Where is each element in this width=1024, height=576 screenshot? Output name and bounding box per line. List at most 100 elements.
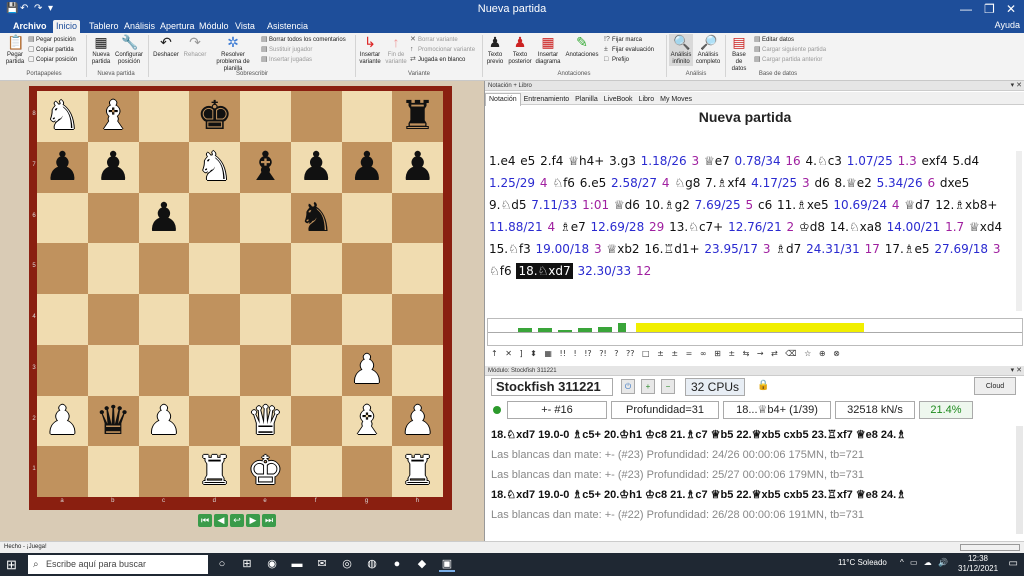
close-icon[interactable]: ▾ ✕ (1011, 81, 1022, 91)
next-move-button[interactable]: ▶ (246, 514, 260, 527)
insert-variation-button[interactable]: ↳ Insertar variante (358, 34, 382, 66)
move[interactable]: ♕xb2 (606, 242, 644, 256)
move[interactable]: 4.♘c3 (806, 154, 847, 168)
move[interactable]: 11.♗xe5 (777, 198, 833, 212)
square-d4[interactable] (189, 294, 240, 345)
set-mark-button[interactable]: !? Fijar marca (604, 36, 642, 44)
square-c6[interactable]: ♟ (138, 192, 190, 244)
delete-variation-button[interactable]: ✕ Borrar variante (410, 36, 458, 44)
square-g6[interactable] (341, 192, 393, 244)
chess-piece[interactable]: ♝ (349, 398, 385, 444)
square-a8[interactable]: ♞ (37, 91, 88, 142)
square-c7[interactable] (138, 141, 190, 193)
explorer-icon[interactable]: ▬ (289, 556, 305, 572)
square-c1[interactable] (138, 446, 190, 497)
square-d1[interactable]: ♜ (189, 446, 240, 497)
square-d5[interactable] (189, 243, 240, 294)
move[interactable]: 16.♖d1+ (644, 242, 704, 256)
square-h1[interactable]: ♜ (392, 446, 443, 497)
full-analysis-button[interactable]: 🔎 Análisis completo (694, 34, 722, 66)
move[interactable]: ♕d6 (614, 198, 645, 212)
firefox-icon[interactable]: ● (389, 556, 405, 572)
help-link[interactable]: Ayuda (995, 20, 1020, 30)
app-icon[interactable]: ◆ (414, 556, 430, 572)
square-e3[interactable] (240, 344, 291, 396)
infinite-analysis-button[interactable]: 🔍 Análisis infinito (669, 34, 693, 66)
move[interactable]: 14.♘xa8 (830, 220, 887, 234)
edge-icon[interactable]: ◉ (264, 556, 280, 572)
square-g5[interactable] (341, 243, 393, 294)
prefix-button[interactable]: □ Prefijo (604, 56, 629, 64)
move[interactable]: ♗d7 (775, 242, 806, 256)
move[interactable]: ♕xd4 (969, 220, 1002, 234)
chess-piece[interactable]: ♜ (197, 448, 233, 494)
move[interactable]: c6 (758, 198, 777, 212)
square-h2[interactable]: ♟ (392, 395, 443, 447)
tab-tablero[interactable]: Tablero (86, 20, 122, 33)
move[interactable]: 9.♘d5 (489, 198, 531, 212)
tab-livebook[interactable]: LiveBook (601, 94, 636, 106)
windows-start-icon[interactable]: ⊞ (6, 557, 17, 573)
square-e5[interactable] (240, 243, 291, 294)
load-next-button[interactable]: ▤Cargar siguiente partida (754, 46, 826, 54)
square-f8[interactable] (290, 91, 342, 142)
square-b8[interactable]: ♝ (87, 91, 139, 142)
move[interactable]: 5.d4 (952, 154, 979, 168)
square-e8[interactable] (240, 91, 291, 142)
square-b6[interactable] (87, 192, 139, 244)
move[interactable]: 2.f4 (540, 154, 568, 168)
tab-vista[interactable]: Vista (232, 20, 258, 33)
square-e7[interactable]: ♝ (240, 141, 291, 193)
move[interactable]: exf4 (922, 154, 953, 168)
tab-planilla[interactable]: Planilla (572, 94, 601, 106)
close-button[interactable]: ✕ (1006, 2, 1016, 16)
square-b2[interactable]: ♛ (87, 395, 139, 447)
move[interactable]: dxe5 (940, 176, 969, 190)
square-d6[interactable] (189, 192, 240, 244)
current-move[interactable]: 18.♘xd7 (516, 263, 573, 279)
engine-name[interactable]: Stockfish 311221 (491, 378, 613, 396)
mail-icon[interactable]: ✉ (314, 556, 330, 572)
last-move-button[interactable]: ⏭ (262, 514, 276, 527)
square-b5[interactable] (87, 243, 139, 294)
promote-variation-button[interactable]: ↑ Promocionar variante (410, 46, 475, 54)
square-h6[interactable] (392, 192, 443, 244)
add-line-button[interactable]: + (641, 379, 655, 394)
chess-piece[interactable]: ♟ (298, 144, 334, 190)
tab-asistencia[interactable]: Asistencia (264, 20, 311, 33)
paste-game-button[interactable]: 📋 Pegar partida (4, 34, 26, 66)
evaluation-graph[interactable] (487, 318, 1023, 346)
tab-entrenamiento[interactable]: Entrenamiento (521, 94, 573, 106)
square-h7[interactable]: ♟ (392, 141, 443, 193)
null-move-button[interactable]: ⇄ Jugada en blanco (410, 56, 465, 64)
square-g8[interactable] (341, 91, 393, 142)
move[interactable]: 6.e5 (580, 176, 611, 190)
previous-move-button[interactable]: ◀ (214, 514, 228, 527)
square-c8[interactable] (138, 91, 190, 142)
copy-game-button[interactable]: ▢Copiar partida (28, 46, 74, 54)
text-after-button[interactable]: ♟ Texto posterior (506, 34, 534, 66)
move[interactable]: 15.♘f3 (489, 242, 536, 256)
solve-scoresheet-button[interactable]: ✲ Resolver problema de planilla (208, 34, 258, 73)
annotations-button[interactable]: ✎ Anotaciones (563, 34, 601, 59)
move[interactable]: 13.♘c7+ (669, 220, 728, 234)
square-f7[interactable]: ♟ (290, 141, 342, 193)
square-a6[interactable] (37, 192, 88, 244)
move[interactable]: d6 (814, 176, 834, 190)
square-d7[interactable]: ♞ (189, 141, 240, 193)
close-icon[interactable]: ▾ ✕ (1011, 366, 1022, 376)
chrome-icon[interactable]: ◎ (339, 556, 355, 572)
chess-piece[interactable]: ♛ (247, 398, 283, 444)
database-button[interactable]: ▤ Base de datos (728, 34, 750, 73)
tab-libro[interactable]: Libro (636, 94, 658, 106)
move[interactable]: ♕h4+ (568, 154, 609, 168)
move[interactable]: 8.♕e2 (835, 176, 877, 190)
square-h5[interactable] (392, 243, 443, 294)
cloud-button[interactable]: Cloud (974, 377, 1016, 395)
move[interactable]: 17.♗e5 (885, 242, 935, 256)
tab-modulo[interactable]: Módulo (196, 20, 232, 33)
square-c2[interactable]: ♟ (138, 395, 190, 447)
move[interactable]: 12.♗xb8+ (935, 198, 997, 212)
chess-piece[interactable]: ♟ (349, 347, 385, 393)
set-evaluation-button[interactable]: ± Fijar evaluación (604, 46, 654, 54)
